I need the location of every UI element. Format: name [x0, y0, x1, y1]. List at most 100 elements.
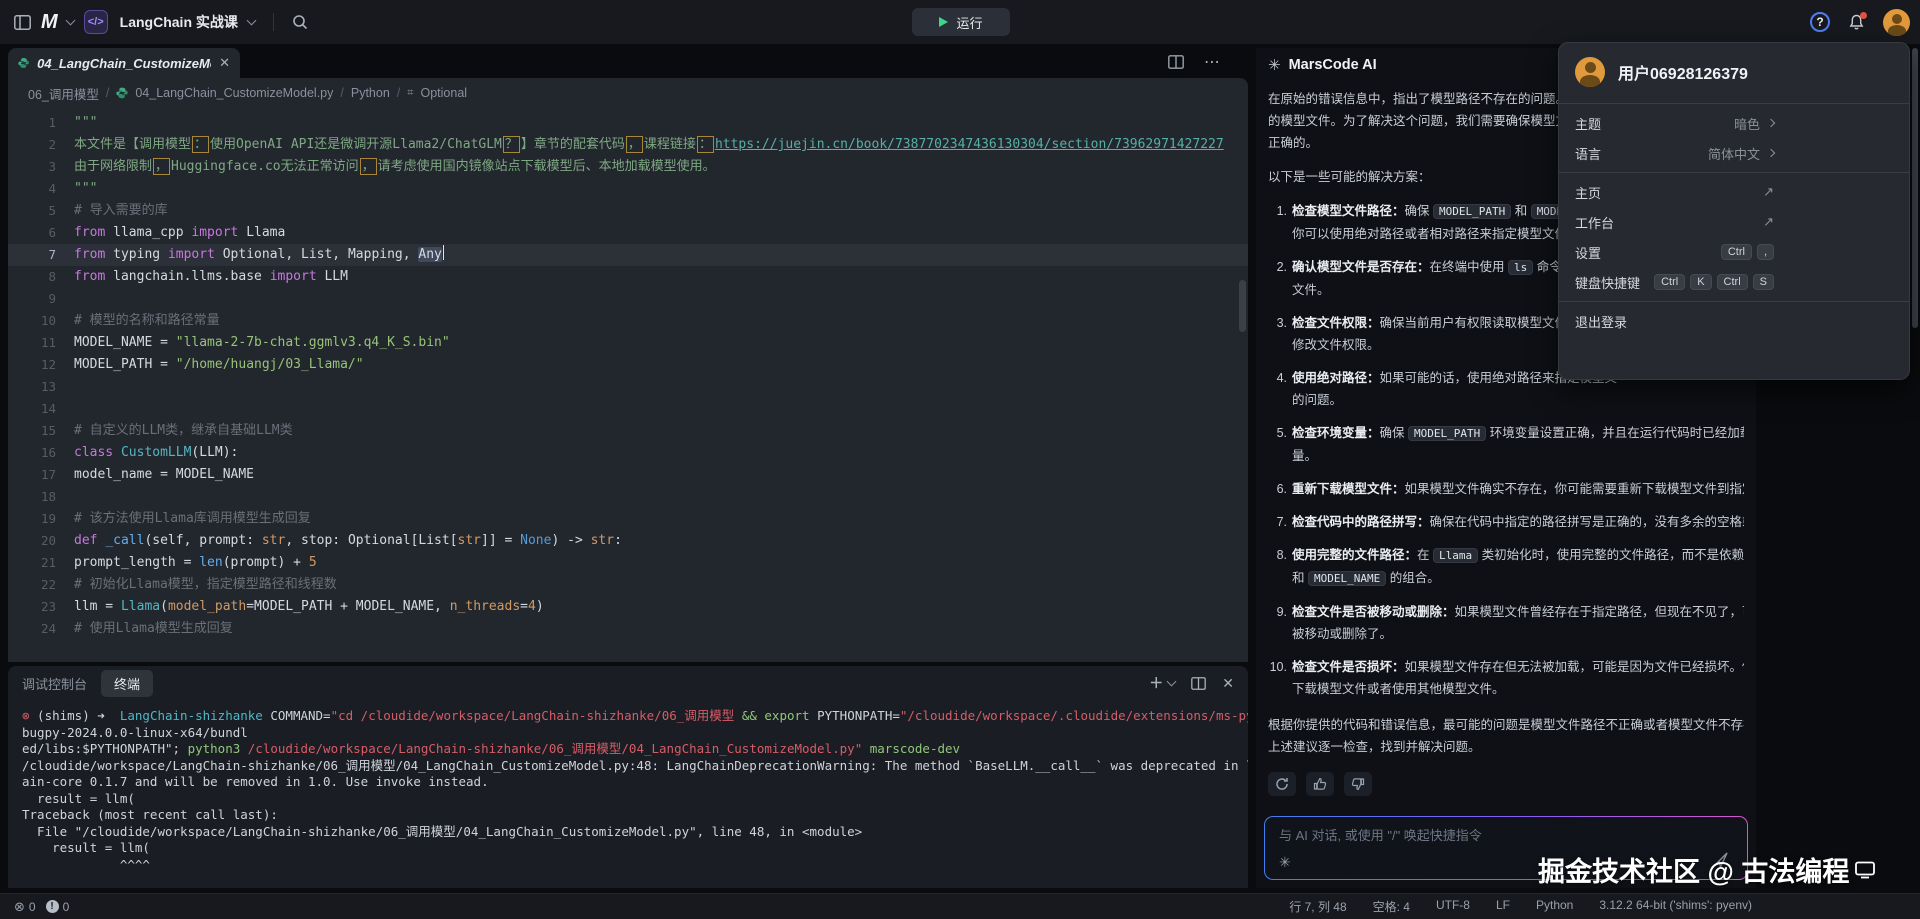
terminal-line: ^^^^ — [22, 857, 1248, 874]
code-line-21[interactable]: 21 prompt_length = len(prompt) + 5 — [8, 552, 1248, 574]
terminal-line: result = llm( — [22, 840, 1248, 857]
panel-scrollbar[interactable] — [1912, 48, 1918, 328]
code-line-19[interactable]: 19 # 该方法使用Llama库调用模型生成回复 — [8, 508, 1248, 530]
line-number: 3 — [8, 156, 56, 178]
code-line-17[interactable]: 17 model_name = MODEL_NAME — [8, 464, 1248, 486]
breadcrumb-symbol[interactable]: Optional — [420, 86, 467, 100]
code-line-9[interactable]: 9 — [8, 288, 1248, 310]
cursor-position[interactable]: 行 7, 列 48 — [1289, 898, 1346, 915]
logo-chevron-down-icon[interactable] — [65, 16, 75, 26]
code-line-6[interactable]: 6from llama_cpp import Llama — [8, 222, 1248, 244]
menu-item-settings[interactable]: 设置 Ctrl, — [1559, 237, 1909, 267]
regenerate-icon[interactable] — [1268, 772, 1296, 796]
terminal-line: ⊗ (shims) ➜ LangChain-shizhanke COMMAND=… — [22, 708, 1248, 725]
menu-label: 主题 — [1575, 114, 1601, 133]
editor-scrollbar[interactable] — [1239, 280, 1246, 332]
code-line-1[interactable]: 1""" — [8, 112, 1248, 134]
code-line-13[interactable]: 13 — [8, 376, 1248, 398]
menu-item-home[interactable]: 主页 ↗ — [1559, 177, 1909, 207]
marscode-logo[interactable]: M — [41, 11, 57, 34]
breadcrumb-folder[interactable]: 06_调用模型 — [28, 84, 99, 103]
line-number: 19 — [8, 508, 56, 530]
line-number: 17 — [8, 464, 56, 486]
menu-divider — [1559, 103, 1909, 104]
code-line-12[interactable]: 12MODEL_PATH = "/home/huangj/03_Llama/" — [8, 354, 1248, 376]
more-actions-icon[interactable]: ⋯ — [1204, 52, 1220, 72]
user-menu: 用户06928126379 主题 暗色 语言 简体中文 主页 ↗ 工作台 ↗ 设… — [1558, 42, 1910, 380]
tab-terminal[interactable]: 终端 — [101, 670, 153, 697]
code-line-14[interactable]: 14 — [8, 398, 1248, 420]
split-terminal-icon[interactable] — [1191, 677, 1206, 690]
line-number: 13 — [8, 376, 56, 398]
project-name[interactable]: LangChain 实战课 — [120, 12, 238, 32]
terminal-output[interactable]: ⊗ (shims) ➜ LangChain-shizhanke COMMAND=… — [8, 700, 1248, 873]
external-link-icon: ↗ — [1763, 184, 1774, 200]
menu-item-logout[interactable]: 退出登录 — [1559, 306, 1909, 336]
tab-close-icon[interactable]: ✕ — [219, 55, 230, 71]
code-line-7[interactable]: 7from typing import Optional, List, Mapp… — [8, 244, 1248, 266]
notifications-bell-icon[interactable] — [1848, 14, 1865, 31]
thumbs-up-icon[interactable] — [1306, 772, 1334, 796]
line-number: 6 — [8, 222, 56, 244]
sidebar-toggle-icon[interactable] — [14, 15, 31, 30]
close-terminal-icon[interactable]: ✕ — [1222, 675, 1234, 692]
errors-indicator[interactable]: ⊗ 0 — [14, 899, 36, 915]
code-line-23[interactable]: 23 llm = Llama(model_path=MODEL_PATH + M… — [8, 596, 1248, 618]
code-line-11[interactable]: 11MODEL_NAME = "llama-2-7b-chat.ggmlv3.q… — [8, 332, 1248, 354]
ai-suggestion-item: 8.使用完整的文件路径：在 Llama 类初始化时，使用完整的文件路径，而不是依… — [1268, 544, 1744, 590]
code-line-4[interactable]: 4""" — [8, 178, 1248, 200]
line-number: 11 — [8, 332, 56, 354]
thumbs-down-icon[interactable] — [1344, 772, 1372, 796]
breadcrumb-language[interactable]: Python — [351, 86, 390, 100]
code-line-22[interactable]: 22 # 初始化Llama模型，指定模型路径和线程数 — [8, 574, 1248, 596]
line-number: 10 — [8, 310, 56, 332]
search-icon[interactable] — [292, 14, 308, 30]
project-chevron-down-icon[interactable] — [246, 16, 256, 26]
line-number: 4 — [8, 178, 56, 200]
menu-item-shortcuts[interactable]: 键盘快捷键 CtrlKCtrlS — [1559, 267, 1909, 297]
menu-item-workspace[interactable]: 工作台 ↗ — [1559, 207, 1909, 237]
code-line-16[interactable]: 16class CustomLLM(LLM): — [8, 442, 1248, 464]
menu-divider — [1559, 172, 1909, 173]
breadcrumb-file[interactable]: 04_LangChain_CustomizeModel.py — [135, 86, 333, 100]
ai-panel-title: MarsCode AI — [1289, 57, 1377, 73]
terminal-panel: 调试控制台 终端 ＋ ✕ ⊗ (shims) ➜ LangChain-shizh… — [8, 666, 1248, 888]
indentation[interactable]: 空格: 4 — [1373, 898, 1410, 915]
new-terminal-icon[interactable]: ＋ — [1149, 673, 1175, 693]
run-label: 运行 — [956, 13, 982, 32]
code-line-8[interactable]: 8from langchain.llms.base import LLM — [8, 266, 1248, 288]
line-number: 7 — [8, 244, 56, 266]
menu-item-language[interactable]: 语言 简体中文 — [1559, 138, 1909, 168]
run-button[interactable]: 运行 — [912, 8, 1010, 36]
menu-item-theme[interactable]: 主题 暗色 — [1559, 108, 1909, 138]
eol-type[interactable]: LF — [1496, 898, 1510, 915]
menu-label: 退出登录 — [1575, 312, 1627, 331]
code-editor[interactable]: 06_调用模型 / 04_LangChain_CustomizeModel.py… — [8, 78, 1248, 662]
split-editor-icon[interactable] — [1168, 52, 1184, 72]
code-line-3[interactable]: 3由于网络限制，Huggingface.co无法正常访问，请考虑使用国内镜像站点… — [8, 156, 1248, 178]
line-number: 12 — [8, 354, 56, 376]
code-line-24[interactable]: 24 # 使用Llama模型生成回复 — [8, 618, 1248, 640]
code-line-15[interactable]: 15# 自定义的LLM类，继承自基础LLM类 — [8, 420, 1248, 442]
tab-debug-console[interactable]: 调试控制台 — [22, 674, 87, 693]
language-mode[interactable]: Python — [1536, 898, 1573, 915]
status-bar: ⊗ 0 ! 0 行 7, 列 48 空格: 4 UTF-8 LF Python … — [0, 893, 1920, 919]
ai-closing: 根据你提供的代码和错误信息，最可能的问题是模型文件路径不正确或者模型文件不存在。… — [1268, 714, 1744, 758]
code-area[interactable]: 1"""2本文件是【调用模型：使用OpenAI API还是微调开源Llama2/… — [8, 108, 1248, 640]
line-number: 20 — [8, 530, 56, 552]
line-number: 14 — [8, 398, 56, 420]
code-line-18[interactable]: 18 — [8, 486, 1248, 508]
python-interpreter[interactable]: 3.12.2 64-bit ('shims': pyenv) — [1599, 898, 1752, 915]
breadcrumb[interactable]: 06_调用模型 / 04_LangChain_CustomizeModel.py… — [8, 78, 1248, 108]
code-line-5[interactable]: 5# 导入需要的库 — [8, 200, 1248, 222]
help-icon[interactable]: ? — [1810, 12, 1830, 32]
menu-label: 主页 — [1575, 183, 1601, 202]
code-line-2[interactable]: 2本文件是【调用模型：使用OpenAI API还是微调开源Llama2/Chat… — [8, 134, 1248, 156]
code-line-10[interactable]: 10# 模型的名称和路径常量 — [8, 310, 1248, 332]
external-link-icon: ↗ — [1763, 214, 1774, 230]
warnings-indicator[interactable]: ! 0 — [46, 900, 70, 914]
code-line-20[interactable]: 20 def _call(self, prompt: str, stop: Op… — [8, 530, 1248, 552]
file-tab[interactable]: 04_LangChain_CustomizeModel.py ✕ — [8, 48, 240, 78]
avatar[interactable] — [1883, 9, 1910, 36]
encoding[interactable]: UTF-8 — [1436, 898, 1470, 915]
